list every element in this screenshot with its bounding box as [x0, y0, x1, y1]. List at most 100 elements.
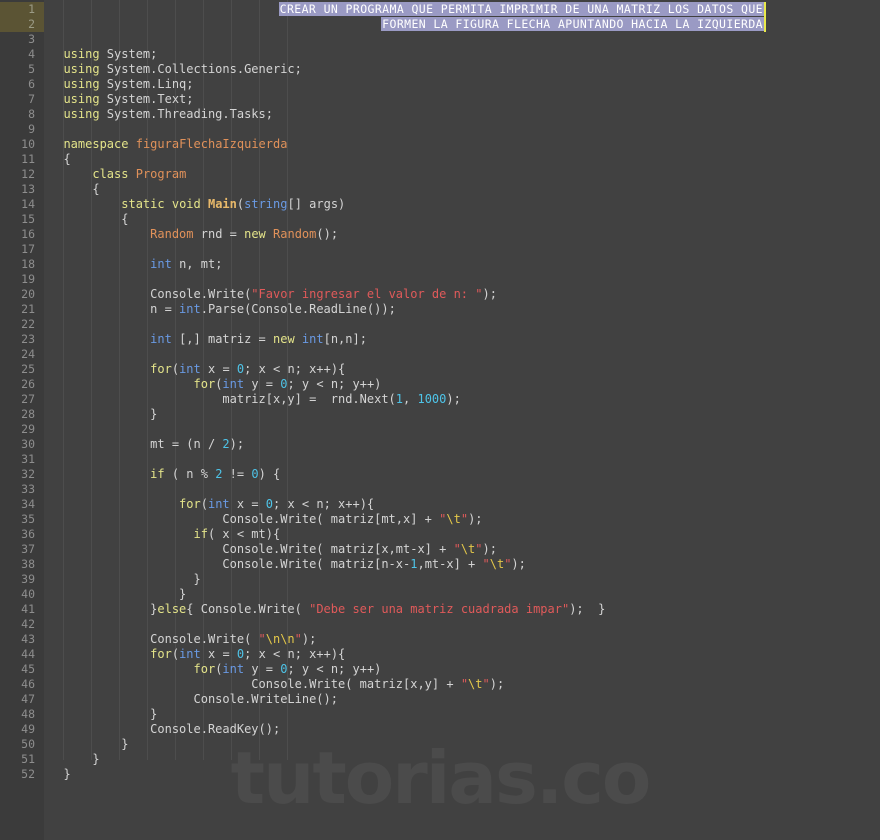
code-line[interactable]: using System.Linq;: [49, 77, 194, 92]
line-number: 28: [21, 407, 35, 421]
code-line[interactable]: Console.Write( matriz[n-x-1,mt-x] + "\t"…: [49, 557, 525, 572]
code-line[interactable]: int [,] matriz = new int[n,n];: [49, 332, 367, 347]
line-number: 22: [21, 317, 35, 331]
token-pl: System.Linq;: [99, 77, 194, 91]
code-line[interactable]: Console.WriteLine();: [49, 692, 338, 707]
code-line[interactable]: for(int x = 0; x < n; x++){: [49, 362, 345, 377]
token-prim: string: [244, 197, 288, 211]
token-kw: void: [171, 197, 201, 211]
token-pl: ,: [403, 392, 418, 406]
code-line[interactable]: }: [49, 572, 201, 587]
code-line[interactable]: Console.Write("Favor ingresar el valor d…: [49, 287, 497, 302]
code-line[interactable]: }else{ Console.Write( "Debe ser una matr…: [49, 602, 605, 617]
code-line[interactable]: {: [49, 182, 99, 197]
code-line[interactable]: using System.Threading.Tasks;: [49, 107, 273, 122]
line-number: 1: [0, 2, 44, 17]
line-number: 45: [21, 662, 35, 676]
token-kw: for: [150, 647, 172, 661]
code-line[interactable]: Random rnd = new Random();: [49, 227, 338, 242]
token-pl: !=: [222, 467, 252, 481]
token-esc: \n\n: [265, 632, 295, 646]
code-line[interactable]: Console.Write( "\n\n");: [49, 632, 316, 647]
code-line[interactable]: }: [49, 752, 99, 767]
token-prim: int: [222, 377, 245, 391]
token-kw: for: [193, 662, 216, 676]
token-esc: \t: [446, 512, 461, 526]
code-line[interactable]: namespace figuraFlechaIzquierda: [49, 137, 287, 152]
token-prim: int: [301, 332, 324, 346]
code-line[interactable]: Console.Write( matriz[mt,x] + "\t");: [49, 512, 482, 527]
token-type: Program: [135, 167, 187, 181]
token-pl: Console.Write(: [49, 632, 259, 646]
code-line[interactable]: Console.Write( matriz[x,y] + "\t");: [49, 677, 504, 692]
line-number: 38: [21, 557, 35, 571]
line-number: 27: [21, 392, 35, 406]
token-esc: \t: [489, 557, 505, 571]
line-number: 11: [21, 152, 35, 166]
token-kw: using: [63, 107, 100, 121]
line-number: 2: [0, 17, 44, 32]
line-number: 15: [21, 212, 35, 226]
token-pl: );: [446, 392, 461, 406]
code-line[interactable]: }: [49, 737, 128, 752]
token-pl: ; x < n; x++){: [244, 647, 346, 661]
code-surface[interactable]: using System; using System.Collections.G…: [44, 0, 880, 840]
code-line[interactable]: if ( n % 2 != 0) {: [49, 467, 280, 482]
token-pl: Console.Write( matriz[x,y] +: [49, 677, 461, 691]
selected-heading-line-1[interactable]: CREAR UN PROGRAMA QUE PERMITA IMPRIMIR D…: [278, 2, 764, 16]
code-line[interactable]: using System.Collections.Generic;: [49, 62, 301, 77]
token-prim: int: [179, 647, 201, 661]
token-fn: Main: [207, 197, 237, 211]
code-line[interactable]: {: [49, 152, 70, 167]
selected-heading-line-2[interactable]: FORMEN LA FIGURA FLECHA APUNTANDO HACIA …: [381, 17, 764, 31]
token-pl: }: [49, 737, 129, 751]
token-pl: System;: [99, 47, 158, 61]
code-line[interactable]: if( x < mt){: [49, 527, 281, 542]
token-pl: (: [200, 497, 208, 511]
code-line[interactable]: static void Main(string[] args): [49, 197, 345, 212]
token-pl: mt = (n /: [49, 437, 223, 451]
token-num: 0: [265, 497, 274, 511]
code-editor[interactable]: tutorias.co 1 2 3 4 5 6 7 8 9 10 11 12 13 14 15 16 17 18 1…: [0, 0, 880, 840]
token-pl: x =: [200, 362, 237, 376]
code-line[interactable]: int n, mt;: [49, 257, 222, 272]
token-pl: .Parse(Console.ReadLine());: [200, 302, 396, 316]
code-line[interactable]: using System;: [49, 47, 157, 62]
line-number: 40: [21, 587, 35, 601]
code-line[interactable]: matriz[x,y] = rnd.Next(1, 1000);: [49, 392, 461, 407]
code-line[interactable]: Console.Write( matriz[x,mt-x] + "\t");: [49, 542, 497, 557]
code-line[interactable]: for(int x = 0; x < n; x++){: [49, 647, 345, 662]
token-pl: Console.Write( matriz[x,mt-x] +: [49, 542, 454, 556]
code-line[interactable]: class Program: [49, 167, 186, 182]
code-line[interactable]: for(int y = 0; y < n; y++): [49, 662, 382, 677]
token-num: 1000: [417, 392, 447, 406]
token-esc: \t: [460, 542, 476, 556]
token-pl: );: [482, 287, 497, 301]
code-line[interactable]: {: [49, 212, 128, 227]
token-kw: using: [63, 62, 100, 76]
code-line[interactable]: mt = (n / 2);: [49, 437, 244, 452]
code-line[interactable]: for(int x = 0; x < n; x++){: [49, 497, 374, 512]
token-pl: Console.Write( matriz[mt,x] +: [49, 512, 440, 526]
code-line[interactable]: }: [49, 587, 186, 602]
code-line[interactable]: n = int.Parse(Console.ReadLine());: [49, 302, 396, 317]
code-line[interactable]: for(int y = 0; y < n; y++): [49, 377, 382, 392]
token-str: "Favor ingresar el valor de n: ": [251, 287, 483, 301]
token-kw: class: [92, 167, 129, 181]
token-pl: ; y < n; y++): [287, 662, 382, 676]
code-line[interactable]: }: [49, 407, 157, 422]
text-caret: [764, 2, 766, 32]
code-line[interactable]: Console.ReadKey();: [49, 722, 280, 737]
line-number: 33: [21, 482, 35, 496]
code-line[interactable]: using System.Text;: [49, 92, 193, 107]
token-kw: new: [273, 332, 295, 346]
code-line[interactable]: }: [49, 767, 70, 782]
code-line[interactable]: }: [49, 707, 157, 722]
token-pl: }: [49, 572, 201, 586]
